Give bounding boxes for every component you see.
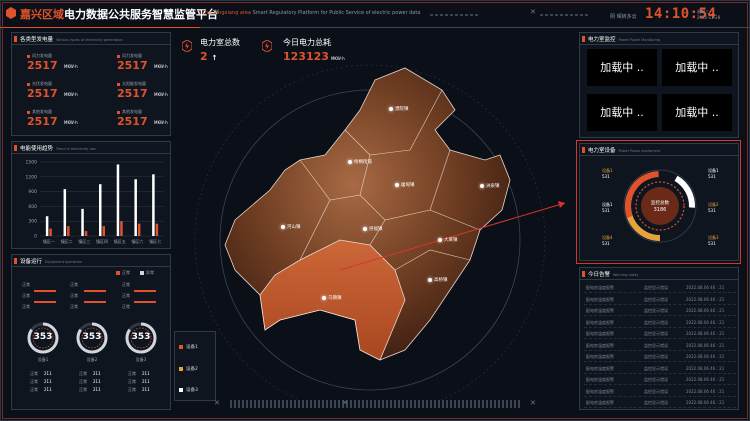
outer-highlight: [2, 2, 748, 419]
